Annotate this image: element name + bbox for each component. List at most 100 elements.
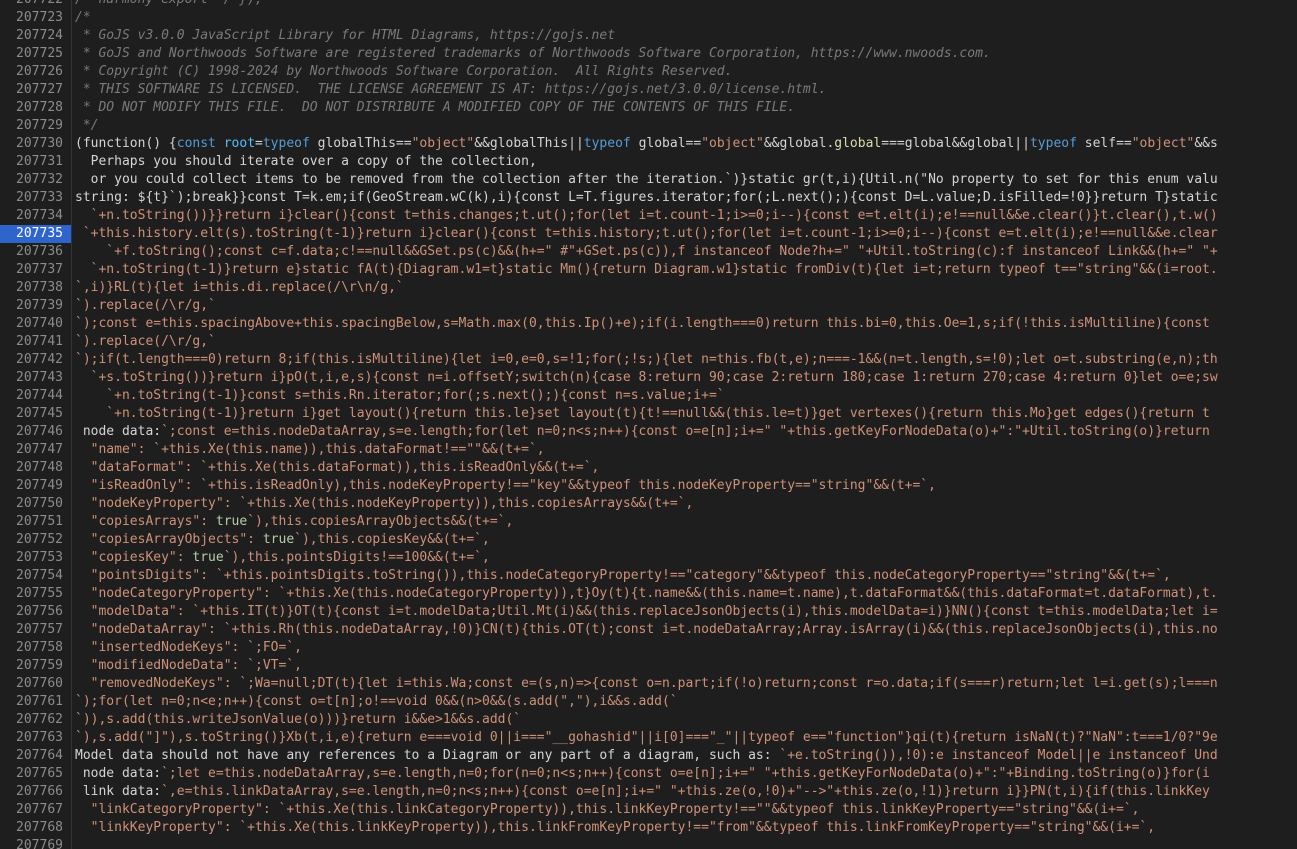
code-line[interactable]: "nodeKeyProperty": `+this.Xe(this.nodeKe… xyxy=(72,495,1297,513)
code-line[interactable]: `+n.toString())}}return i}clear(){const … xyxy=(72,207,1297,225)
code-area[interactable]: /* harmony export */ }); /* * GoJS v3.0.0… xyxy=(72,0,1297,849)
line-number[interactable]: 207723 xyxy=(0,9,71,27)
line-number[interactable]: 207750 xyxy=(0,495,71,513)
code-line[interactable]: (function() {const root=typeof globalThi… xyxy=(72,135,1297,153)
line-number[interactable]: 207751 xyxy=(0,513,71,531)
line-number[interactable]: 207740 xyxy=(0,315,71,333)
code-line[interactable]: "linkCategoryProperty": `+this.Xe(this.l… xyxy=(72,801,1297,819)
code-line[interactable]: `).replace(/\r/g,` xyxy=(72,333,1297,351)
line-number[interactable]: 207763 xyxy=(0,729,71,747)
code-line[interactable]: "copiesArrayObjects": true`),this.copies… xyxy=(72,531,1297,549)
code-line[interactable]: * THIS SOFTWARE IS LICENSED. THE LICENSE… xyxy=(72,81,1297,99)
line-number[interactable]: 207746 xyxy=(0,423,71,441)
line-number[interactable]: 207768 xyxy=(0,819,71,837)
code-line[interactable]: Perhaps you should iterate over a copy o… xyxy=(72,153,1297,171)
code-line[interactable]: * GoJS and Northwoods Software are regis… xyxy=(72,45,1297,63)
line-number[interactable]: 207727 xyxy=(0,81,71,99)
line-number[interactable]: 207737 xyxy=(0,261,71,279)
line-number[interactable]: 207743 xyxy=(0,369,71,387)
code-line[interactable]: `),s.add("]"),s.toString()}Xb(t,i,e){ret… xyxy=(72,729,1297,747)
line-number[interactable]: 207725 xyxy=(0,45,71,63)
line-number[interactable]: 207755 xyxy=(0,585,71,603)
code-line[interactable]: "removedNodeKeys": `;Wa=null;DT(t){let i… xyxy=(72,675,1297,693)
line-number[interactable]: 207758 xyxy=(0,639,71,657)
line-number[interactable]: 207729 xyxy=(0,117,71,135)
code-line[interactable]: `+n.toString(t-1)}return i}get layout(){… xyxy=(72,405,1297,423)
line-number[interactable]: 207754 xyxy=(0,567,71,585)
code-line[interactable]: `).replace(/\r/g,` xyxy=(72,297,1297,315)
code-line[interactable]: "modifiedNodeData": `;VT=`, xyxy=(72,657,1297,675)
code-line[interactable]: */ xyxy=(72,117,1297,135)
line-number[interactable]: 207736 xyxy=(0,243,71,261)
code-line[interactable]: "insertedNodeKeys": `;FO=`, xyxy=(72,639,1297,657)
code-line[interactable]: "dataFormat": `+this.Xe(this.dataFormat)… xyxy=(72,459,1297,477)
code-line[interactable]: "modelData": `+this.IT(t)}OT(t){const i=… xyxy=(72,603,1297,621)
code-line[interactable]: or you could collect items to be removed… xyxy=(72,171,1297,189)
line-number[interactable]: 207762 xyxy=(0,711,71,729)
line-number[interactable]: 207749 xyxy=(0,477,71,495)
code-line[interactable]: /* harmony export */ }); xyxy=(72,0,1297,9)
code-line[interactable]: `);const e=this.spacingAbove+this.spacin… xyxy=(72,315,1297,333)
line-number[interactable]: 207732 xyxy=(0,171,71,189)
code-line[interactable]: node data:`;let e=this.nodeDataArray,s=e… xyxy=(72,765,1297,783)
code-line[interactable]: `+f.toString();const c=f.data;c!==null&&… xyxy=(72,243,1297,261)
code-line[interactable]: `);for(let n=0;n<e;n++){const o=t[n];o!=… xyxy=(72,693,1297,711)
line-number[interactable]: 207748 xyxy=(0,459,71,477)
code-line[interactable]: `+s.toString())}return i}pO(t,i,e,s){con… xyxy=(72,369,1297,387)
code-editor[interactable]: 2077222077232077242077252077262077272077… xyxy=(0,0,1297,849)
code-line[interactable]: link data:`,e=this.linkDataArray,s=e.len… xyxy=(72,783,1297,801)
line-number[interactable]: 207735 xyxy=(0,225,71,243)
line-number[interactable]: 207767 xyxy=(0,801,71,819)
code-line[interactable]: "copiesArrays": true`),this.copiesArrayO… xyxy=(72,513,1297,531)
code-line[interactable]: `+n.toString(t-1)}return e}static fA(t){… xyxy=(72,261,1297,279)
line-number[interactable]: 207731 xyxy=(0,153,71,171)
line-number[interactable]: 207724 xyxy=(0,27,71,45)
code-line[interactable]: node data:`;const e=this.nodeDataArray,s… xyxy=(72,423,1297,441)
code-line[interactable]: `);if(t.length===0)return 8;if(this.isMu… xyxy=(72,351,1297,369)
code-line[interactable]: "nodeCategoryProperty": `+this.Xe(this.n… xyxy=(72,585,1297,603)
line-number-gutter[interactable]: 2077222077232077242077252077262077272077… xyxy=(0,0,72,849)
line-number[interactable]: 207759 xyxy=(0,657,71,675)
line-number[interactable]: 207733 xyxy=(0,189,71,207)
line-number[interactable]: 207738 xyxy=(0,279,71,297)
line-number[interactable]: 207752 xyxy=(0,531,71,549)
line-number[interactable]: 207745 xyxy=(0,405,71,423)
line-number[interactable]: 207728 xyxy=(0,99,71,117)
line-number[interactable]: 207769 xyxy=(0,837,71,849)
code-line[interactable]: "isReadOnly": `+this.isReadOnly),this.no… xyxy=(72,477,1297,495)
code-line[interactable]: * Copyright (C) 1998-2024 by Northwoods … xyxy=(72,63,1297,81)
line-number[interactable]: 207739 xyxy=(0,297,71,315)
code-token: "name": `+this.Xe(this.name)),this.dataF… xyxy=(75,442,545,457)
line-number[interactable]: 207742 xyxy=(0,351,71,369)
line-number[interactable]: 207747 xyxy=(0,441,71,459)
line-number[interactable]: 207741 xyxy=(0,333,71,351)
code-line[interactable]: `+n.toString(t-1)}const s=this.Rn.iterat… xyxy=(72,387,1297,405)
line-number[interactable]: 207734 xyxy=(0,207,71,225)
line-number[interactable]: 207722 xyxy=(0,0,71,9)
line-number[interactable]: 207744 xyxy=(0,387,71,405)
line-number[interactable]: 207753 xyxy=(0,549,71,567)
line-number[interactable]: 207756 xyxy=(0,603,71,621)
code-line[interactable] xyxy=(72,837,1297,849)
code-line[interactable]: * DO NOT MODIFY THIS FILE. DO NOT DISTRI… xyxy=(72,99,1297,117)
code-line[interactable]: Model data should not have any reference… xyxy=(72,747,1297,765)
code-line[interactable]: * GoJS v3.0.0 JavaScript Library for HTM… xyxy=(72,27,1297,45)
line-number[interactable]: 207730 xyxy=(0,135,71,153)
code-line[interactable]: "copiesKey": true`),this.pointsDigits!==… xyxy=(72,549,1297,567)
code-line[interactable]: "nodeDataArray": `+this.Rh(this.nodeData… xyxy=(72,621,1297,639)
line-number[interactable]: 207765 xyxy=(0,765,71,783)
code-line[interactable]: /* xyxy=(72,9,1297,27)
code-line[interactable]: string: ${t}`);break}}const T=k.em;if(Ge… xyxy=(72,189,1297,207)
line-number[interactable]: 207726 xyxy=(0,63,71,81)
line-number[interactable]: 207764 xyxy=(0,747,71,765)
line-number[interactable]: 207766 xyxy=(0,783,71,801)
code-line[interactable]: `)),s.add(this.writeJsonValue(o)))}retur… xyxy=(72,711,1297,729)
line-number[interactable]: 207760 xyxy=(0,675,71,693)
code-line[interactable]: "pointsDigits": `+this.pointsDigits.toSt… xyxy=(72,567,1297,585)
code-line[interactable]: "name": `+this.Xe(this.name)),this.dataF… xyxy=(72,441,1297,459)
line-number[interactable]: 207761 xyxy=(0,693,71,711)
line-number[interactable]: 207757 xyxy=(0,621,71,639)
code-line[interactable]: `+this.history.elt(s).toString(t-1)}retu… xyxy=(72,225,1297,243)
code-line[interactable]: `,i)}RL(t){let i=this.di.replace(/\r\n/g… xyxy=(72,279,1297,297)
code-line[interactable]: "linkKeyProperty": `+this.Xe(this.linkKe… xyxy=(72,819,1297,837)
